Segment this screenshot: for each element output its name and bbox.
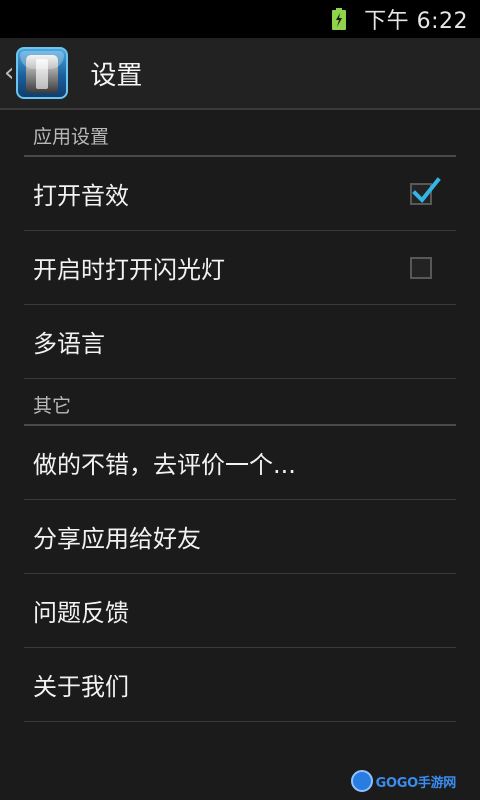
pref-share-app-label: 分享应用给好友 (33, 525, 201, 553)
up-navigation-button[interactable]: ‹ (0, 38, 69, 108)
flashlight-on-start-checkbox[interactable] (410, 256, 432, 279)
category-other: 其它 (24, 379, 456, 426)
pref-sound-effects[interactable]: 打开音效 (24, 157, 456, 231)
pref-sound-effects-label: 打开音效 (33, 182, 129, 210)
pref-rate-app[interactable]: 做的不错，去评价一个... (24, 426, 456, 500)
watermark-text: GOGO手游网 (375, 775, 457, 791)
watermark: GOGO手游网 (350, 770, 457, 792)
gogo-logo-icon (350, 770, 373, 792)
pref-about-us[interactable]: 关于我们 (24, 648, 456, 722)
battery-charging-icon (332, 8, 347, 30)
pref-feedback-label: 问题反馈 (33, 599, 129, 627)
pref-flashlight-on-start[interactable]: 开启时打开闪光灯 (24, 231, 456, 305)
settings-list: 应用设置 打开音效 开启时打开闪光灯 多语言 其它 做的不错，去评价一个... … (24, 110, 456, 722)
flashlight-app-icon (16, 47, 69, 99)
chevron-left-icon: ‹ (4, 58, 15, 88)
status-bar: 下午 6:22 (0, 0, 480, 38)
pref-rate-app-label: 做的不错，去评价一个... (33, 451, 296, 479)
pref-flashlight-on-start-label: 开启时打开闪光灯 (33, 256, 225, 284)
pref-feedback[interactable]: 问题反馈 (24, 574, 456, 648)
pref-share-app[interactable]: 分享应用给好友 (24, 500, 456, 574)
checkmark-icon (412, 176, 441, 203)
status-clock: 下午 6:22 (364, 9, 468, 34)
sound-effects-checkbox[interactable] (410, 176, 441, 205)
action-bar: ‹ 设置 (0, 38, 480, 110)
category-app-settings: 应用设置 (24, 110, 456, 157)
pref-multi-language[interactable]: 多语言 (24, 305, 456, 379)
pref-multi-language-label: 多语言 (33, 330, 105, 358)
pref-about-us-label: 关于我们 (33, 673, 129, 701)
page-title: 设置 (90, 60, 143, 91)
